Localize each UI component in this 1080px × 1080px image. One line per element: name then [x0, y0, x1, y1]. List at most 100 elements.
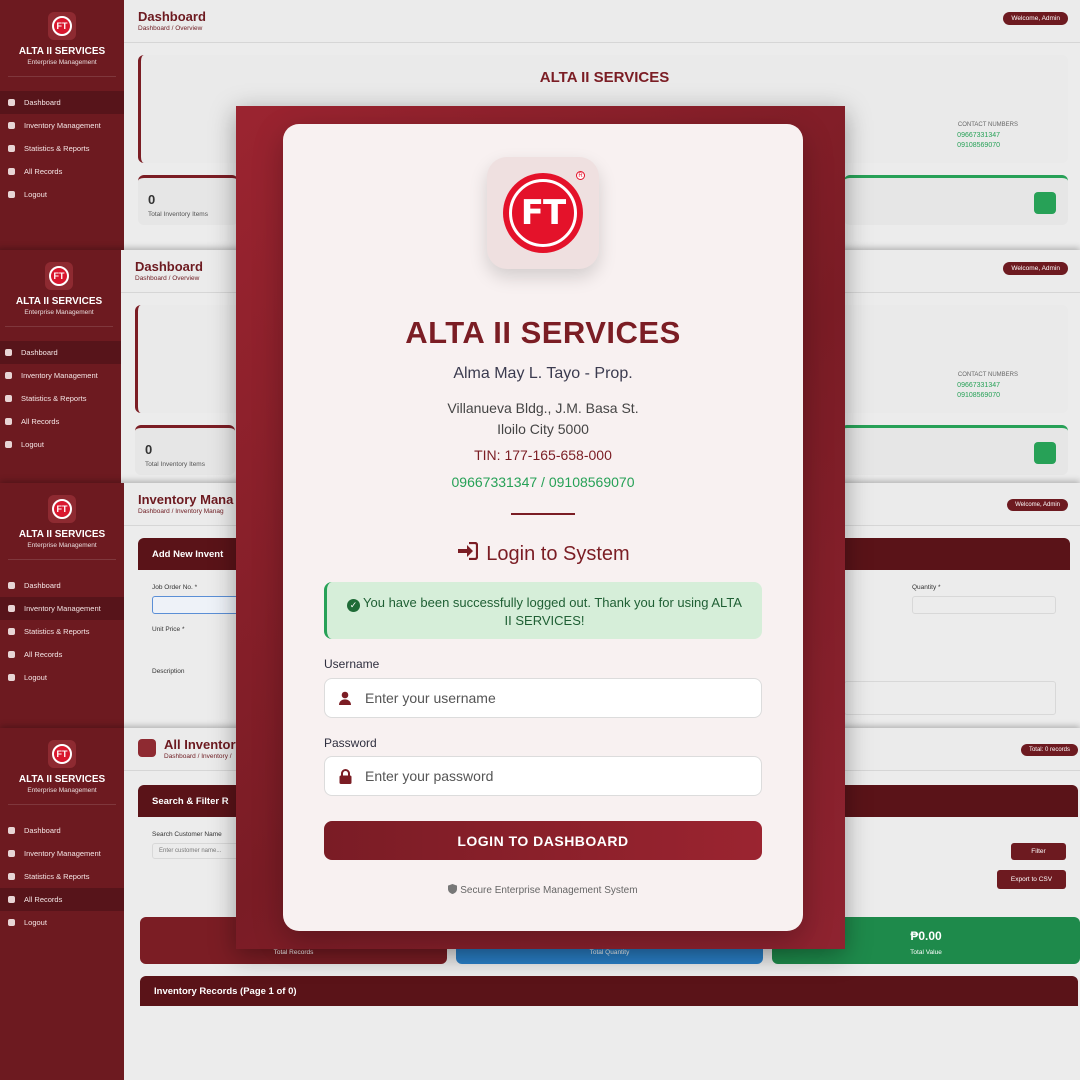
sidebar-item-statistics[interactable]: Statistics & Reports	[0, 137, 124, 160]
login-heading-text: Login to System	[486, 542, 630, 565]
sidebar-item-inventory[interactable]: Inventory Management	[0, 364, 121, 387]
logo-box: FT R	[487, 157, 599, 269]
sidebar-brand-sub: Enterprise Management	[8, 787, 116, 805]
logout-icon	[8, 919, 15, 926]
sidebar-brand-name: ALTA II SERVICES	[15, 296, 103, 307]
job-order-label: Job Order No. *	[152, 584, 198, 591]
sidebar-item-logout[interactable]: Logout	[0, 183, 124, 206]
sidebar-brand-sub: Enterprise Management	[8, 59, 116, 77]
sidebar-item-logout[interactable]: Logout	[0, 911, 124, 934]
filter-title: Search & Filter R	[152, 796, 229, 807]
job-order-input[interactable]	[152, 596, 242, 614]
ft-logo-icon: FT R	[503, 171, 585, 253]
sidebar-logo: FT	[48, 495, 76, 523]
search-customer-label: Search Customer Name	[152, 831, 222, 838]
stat-card-green	[841, 425, 1068, 475]
password-label: Password	[324, 736, 377, 750]
company-name: ALTA II SERVICES	[405, 315, 681, 350]
page-title: Dashboard	[135, 259, 203, 274]
lock-icon	[325, 768, 365, 784]
chart-icon	[8, 628, 15, 635]
check-circle-icon: ✓	[347, 599, 361, 612]
page-title: All Inventory	[164, 737, 243, 752]
sidebar-item-statistics[interactable]: Statistics & Reports	[0, 620, 124, 643]
address-line-2: Iloilo City 5000	[497, 421, 589, 437]
sidebar-item-records[interactable]: All Records	[0, 160, 124, 183]
total-records-label: Total Records	[273, 949, 314, 956]
logout-icon	[5, 441, 12, 448]
owner-name: Alma May L. Tayo - Prop.	[453, 365, 633, 382]
sidebar-item-records[interactable]: All Records	[0, 888, 124, 911]
welcome-badge[interactable]: Welcome, Admin	[1003, 262, 1068, 275]
unit-price-label: Unit Price *	[152, 626, 185, 633]
sidebar-item-dashboard[interactable]: Dashboard	[0, 91, 124, 114]
box-icon	[5, 372, 12, 379]
stat-value: 0	[148, 192, 156, 207]
records-title: Inventory Records (Page 1 of 0)	[154, 986, 297, 997]
company-name: ALTA II SERVICES	[539, 69, 670, 86]
sidebar-brand-sub: Enterprise Management	[8, 542, 116, 560]
footer-note: Secure Enterprise Management System	[283, 884, 803, 896]
database-icon	[8, 651, 15, 658]
password-field[interactable]	[324, 756, 762, 796]
box-icon	[8, 605, 15, 612]
sidebar-item-inventory[interactable]: Inventory Management	[0, 842, 124, 865]
contact-2: 09108569070	[957, 142, 1000, 149]
login-card: FT R ALTA II SERVICES Alma May L. Tayo -…	[283, 124, 803, 931]
total-quantity-label: Total Quantity	[589, 949, 630, 956]
database-icon	[8, 168, 15, 175]
export-csv-button[interactable]: Export to CSV	[997, 870, 1066, 889]
box-icon	[8, 850, 15, 857]
search-customer-input[interactable]: Enter customer name...	[152, 843, 242, 859]
breadcrumb: Dashboard / Inventory Manag	[138, 508, 224, 515]
registered-icon: R	[576, 171, 585, 180]
sidebar-item-dashboard[interactable]: Dashboard	[0, 574, 124, 597]
username-input[interactable]	[365, 690, 745, 706]
sidebar-item-statistics[interactable]: Statistics & Reports	[0, 387, 121, 410]
sidebar-brand-name: ALTA II SERVICES	[18, 529, 106, 540]
box-icon	[8, 122, 15, 129]
sidebar-item-logout[interactable]: Logout	[0, 433, 121, 456]
sidebar-item-dashboard[interactable]: Dashboard	[0, 819, 124, 842]
topbar: Dashboard Dashboard / Overview Welcome, …	[124, 0, 1080, 43]
sidebar-item-statistics[interactable]: Statistics & Reports	[0, 865, 124, 888]
stat-card-green	[844, 175, 1068, 225]
records-header: Inventory Records (Page 1 of 0)	[140, 976, 1078, 1006]
login-button[interactable]: LOGIN TO DASHBOARD	[324, 821, 762, 860]
dashboard-icon	[8, 99, 15, 106]
username-field[interactable]	[324, 678, 762, 718]
sidebar-item-records[interactable]: All Records	[0, 410, 121, 433]
welcome-badge[interactable]: Welcome, Admin	[1003, 12, 1068, 25]
total-value-label: Total Value	[910, 949, 942, 956]
chart-icon	[8, 145, 15, 152]
dashboard-icon	[8, 827, 15, 834]
sidebar-item-records[interactable]: All Records	[0, 643, 124, 666]
stat-value: 0	[145, 442, 153, 457]
quantity-input[interactable]	[912, 596, 1056, 614]
sidebar: FT ALTA II SERVICES Enterprise Managemen…	[0, 0, 124, 250]
dashboard-icon	[8, 582, 15, 589]
welcome-badge[interactable]: Welcome, Admin	[1007, 499, 1068, 511]
breadcrumb: Dashboard / Inventory /	[164, 753, 232, 760]
sidebar-item-logout[interactable]: Logout	[0, 666, 124, 689]
filter-button[interactable]: Filter	[1011, 843, 1066, 860]
screen: FT ALTA II SERVICES Enterprise Managemen…	[0, 0, 1080, 1080]
description-input[interactable]	[844, 681, 1056, 715]
shield-icon	[448, 884, 460, 896]
stat-label: Total Inventory Items	[148, 211, 208, 218]
password-input[interactable]	[365, 768, 745, 784]
contact-1: 09667331347	[957, 132, 1000, 139]
username-label: Username	[324, 657, 380, 671]
tin-number: TIN: 177-165-658-000	[474, 447, 612, 463]
sidebar-item-inventory[interactable]: Inventory Management	[0, 114, 124, 137]
stat-label: Total Inventory Items	[145, 461, 205, 468]
stat-card: 0 Total Inventory Items	[135, 425, 235, 475]
page-title: Dashboard	[138, 9, 206, 24]
alert-text: You have been successfully logged out. T…	[363, 595, 742, 628]
sidebar-item-inventory[interactable]: Inventory Management	[0, 597, 124, 620]
contact-1: 09667331347	[957, 382, 1000, 389]
sidebar-item-dashboard[interactable]: Dashboard	[0, 341, 121, 364]
contact-2: 09108569070	[957, 392, 1000, 399]
sidebar: FT ALTA II SERVICES Enterprise Managemen…	[0, 483, 124, 728]
user-icon	[325, 691, 365, 705]
